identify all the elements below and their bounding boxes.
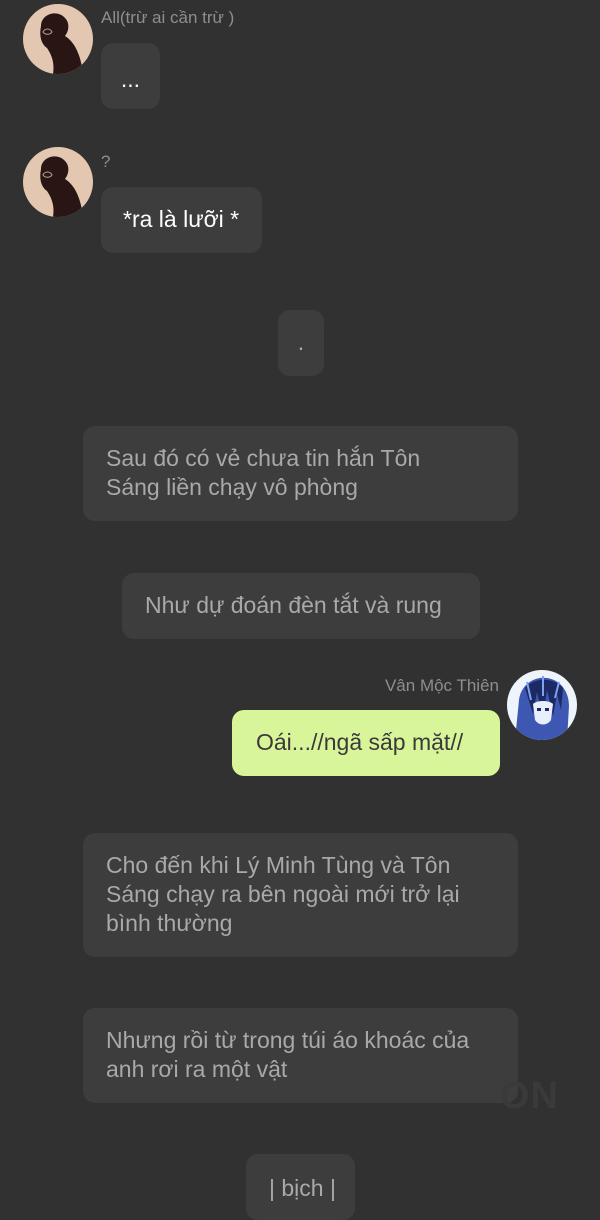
anime-character-avatar-icon [507, 670, 577, 740]
message-bubble[interactable]: *ra là lưỡi * [101, 187, 262, 253]
watermark: ON [500, 1075, 559, 1117]
sender-name: ? [101, 152, 111, 171]
narration-bubble[interactable]: Cho đến khi Lý Minh Tùng và Tôn Sáng chạ… [83, 833, 518, 957]
silhouette-avatar-icon [23, 4, 93, 74]
message-bubble[interactable]: ... [101, 43, 160, 109]
narration-bubble[interactable]: Nhưng rồi từ trong túi áo khoác của anh … [83, 1008, 518, 1103]
own-message-bubble[interactable]: Oái...//ngã sấp mặt// [232, 710, 500, 776]
own-sender-name: Vân Mộc Thiên [384, 676, 499, 695]
own-avatar[interactable] [507, 670, 577, 740]
narration-bubble[interactable]: | bịch | [246, 1154, 355, 1220]
sender-name: All(trừ ai cần trừ ) [101, 8, 235, 27]
narration-bubble[interactable]: . [278, 310, 324, 376]
narration-bubble[interactable]: Sau đó có vẻ chưa tin hắn Tôn Sáng liền … [83, 426, 518, 521]
sender-avatar[interactable] [23, 147, 93, 217]
narration-bubble[interactable]: Như dự đoán đèn tắt và rung [122, 573, 480, 639]
silhouette-avatar-icon [23, 147, 93, 217]
sender-avatar[interactable] [23, 4, 93, 74]
